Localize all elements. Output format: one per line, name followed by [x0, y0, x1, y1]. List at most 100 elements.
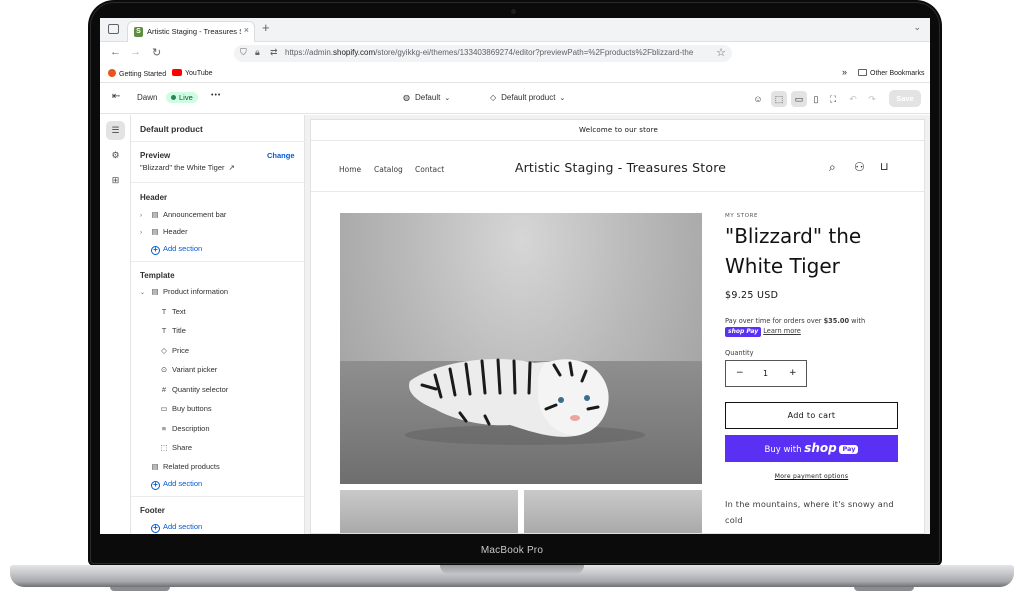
product-title: "Blizzard" the White Tiger [725, 224, 862, 278]
forward-icon[interactable]: → [130, 46, 141, 58]
bookmarks-bar: Getting Started YouTube » Other Bookmark… [100, 65, 930, 83]
exit-icon[interactable]: ⇤ [112, 91, 120, 102]
quantity-minus-button[interactable]: − [736, 368, 744, 378]
product-main-image[interactable] [340, 213, 702, 484]
tab-menu-icon[interactable]: ⌄ [913, 22, 921, 33]
url-text[interactable]: https://admin.shopify.com/store/gyikkg-e… [285, 48, 715, 57]
bookmark-other[interactable]: Other Bookmarks [858, 69, 924, 77]
section-announcement-bar[interactable]: › ▤ Announcement bar [140, 210, 226, 219]
section-icon: ▤ [151, 462, 159, 471]
quantity-stepper: − 1 + [725, 360, 807, 387]
add-section-template[interactable]: + Add section [151, 479, 202, 490]
live-badge-text: Live [166, 92, 198, 103]
product-thumbnail-2[interactable] [524, 490, 702, 533]
youtube-icon [172, 69, 182, 76]
preview-canvas: Welcome to our store Home Catalog Contac… [305, 115, 930, 534]
quantity-input[interactable]: 1 [763, 369, 768, 378]
external-link-icon: ↗ [228, 163, 235, 172]
sidekick-icon[interactable]: ☺ [750, 91, 766, 107]
block-description[interactable]: ≡ Description [158, 424, 210, 433]
add-to-cart-button[interactable]: Add to cart [725, 402, 898, 429]
tune-icon[interactable]: ⇄ [270, 47, 278, 58]
header-group-label: Header [140, 193, 168, 202]
new-tab-icon[interactable]: + [262, 20, 270, 35]
product-vendor: MY STORE [725, 213, 759, 219]
preview-item[interactable]: "Blizzard" the White Tiger ↗ [140, 163, 235, 172]
editor-top-bar: ⇤ Dawn Live ••• ◍ Default ⌄ ◇ Default produ… [100, 84, 930, 114]
browser-tab[interactable]: S Artistic Staging - Treasures Sto × [127, 21, 255, 42]
site-info-icon[interactable]: ⛉ [240, 47, 247, 58]
price-tag-icon: ◇ [161, 346, 167, 355]
undo-icon[interactable]: ↶ [845, 91, 861, 107]
add-section-footer[interactable]: + Add section [151, 522, 202, 533]
url-bar[interactable]: ⛉ 🔒︎ ⇄ https://admin.shopify.com/store/g… [234, 45, 732, 62]
inspector-icon[interactable]: ⬚ [771, 91, 787, 107]
fullscreen-icon[interactable]: ⛶ [825, 91, 841, 107]
shopify-favicon-icon: S [134, 27, 143, 37]
chevron-down-icon[interactable]: ⌄ [140, 289, 149, 296]
quantity-plus-button[interactable]: + [789, 368, 797, 378]
reload-icon[interactable]: ↻ [152, 46, 161, 59]
tab-close-icon[interactable]: × [244, 25, 249, 35]
add-section-header[interactable]: + Add section [151, 244, 202, 255]
camera [511, 9, 516, 14]
lock-icon: 🔒︎ [255, 47, 260, 57]
section-icon: ▤ [151, 287, 159, 296]
section-header[interactable]: › ▤ Header [140, 227, 188, 236]
section-related-products[interactable]: ▤ Related products [149, 462, 219, 471]
share-icon: ⬚ [160, 443, 168, 452]
tab-search-icon[interactable] [108, 24, 119, 34]
store-cart-icon[interactable]: ⊔ [880, 160, 889, 173]
chevron-right-icon[interactable]: › [140, 230, 149, 236]
product-price: $9.25 USD [725, 290, 779, 301]
tiger-plush-image [405, 358, 645, 445]
screen: S Artistic Staging - Treasures Sto × + ⌄… [100, 18, 930, 534]
mobile-view-icon[interactable]: ▯ [808, 91, 824, 107]
sections-icon[interactable]: ☰ [106, 121, 125, 140]
bookmark-youtube[interactable]: YouTube [172, 69, 213, 77]
change-preview-link[interactable]: Change [267, 151, 295, 160]
block-quantity-selector[interactable]: # Quantity selector [158, 385, 228, 394]
tab-title: Artistic Staging - Treasures Sto [147, 27, 241, 36]
quantity-label: Quantity [725, 349, 754, 357]
text-icon: T [161, 307, 167, 316]
device-label: MacBook Pro [480, 545, 544, 556]
block-title[interactable]: T Title [158, 326, 186, 335]
back-icon[interactable]: ← [110, 46, 121, 58]
block-variant-picker[interactable]: ⊙ Variant picker [158, 365, 217, 374]
announcement-bar[interactable]: Welcome to our store [311, 120, 924, 141]
block-price[interactable]: ◇ Price [158, 346, 189, 355]
section-product-information[interactable]: ⌄ ▤ Product information [140, 287, 228, 296]
block-buy-buttons[interactable]: ▭ Buy buttons [158, 404, 211, 413]
firefox-icon [108, 69, 116, 77]
apps-icon[interactable]: ⊞ [106, 171, 125, 190]
chevron-right-icon[interactable]: › [140, 213, 149, 219]
button-icon: ▭ [160, 404, 168, 413]
desktop-view-icon[interactable]: ▭ [791, 91, 807, 107]
bookmark-star-icon[interactable]: ☆ [716, 46, 726, 59]
sections-panel: Default product Preview Change "Blizzard… [131, 115, 305, 534]
buy-with-shop-pay-button[interactable]: Buy with shop Pay [725, 435, 898, 462]
theme-select[interactable]: ◍ Default ⌄ [403, 93, 450, 102]
more-actions-button[interactable]: ••• [211, 92, 221, 99]
add-circle-icon: + [151, 481, 160, 490]
bookmarks-overflow-icon[interactable]: » [842, 67, 847, 77]
block-share[interactable]: ⬚ Share [158, 443, 192, 452]
live-badge: Live [166, 92, 198, 103]
product-thumbnail-1[interactable] [340, 490, 518, 533]
redo-icon[interactable]: ↷ [864, 91, 880, 107]
laptop-foot-right [854, 587, 914, 591]
section-icon: ▤ [151, 227, 159, 236]
learn-more-link[interactable]: Learn more [763, 327, 801, 335]
bookmark-getting-started[interactable]: Getting Started [108, 69, 166, 78]
folder-icon [858, 69, 867, 76]
store-account-icon[interactable]: ⚇ [854, 160, 865, 174]
save-button[interactable]: Save [889, 90, 921, 107]
theme-settings-icon[interactable]: ⚙ [106, 146, 125, 165]
block-text[interactable]: T Text [158, 307, 186, 316]
template-group-label: Template [140, 271, 175, 280]
store-search-icon[interactable]: ⌕ [829, 160, 836, 175]
more-payment-options-link[interactable]: More payment options [725, 473, 898, 480]
template-select[interactable]: ◇ Default product ⌄ [490, 93, 565, 102]
editor-rail: ☰ ⚙ ⊞ [100, 115, 131, 534]
